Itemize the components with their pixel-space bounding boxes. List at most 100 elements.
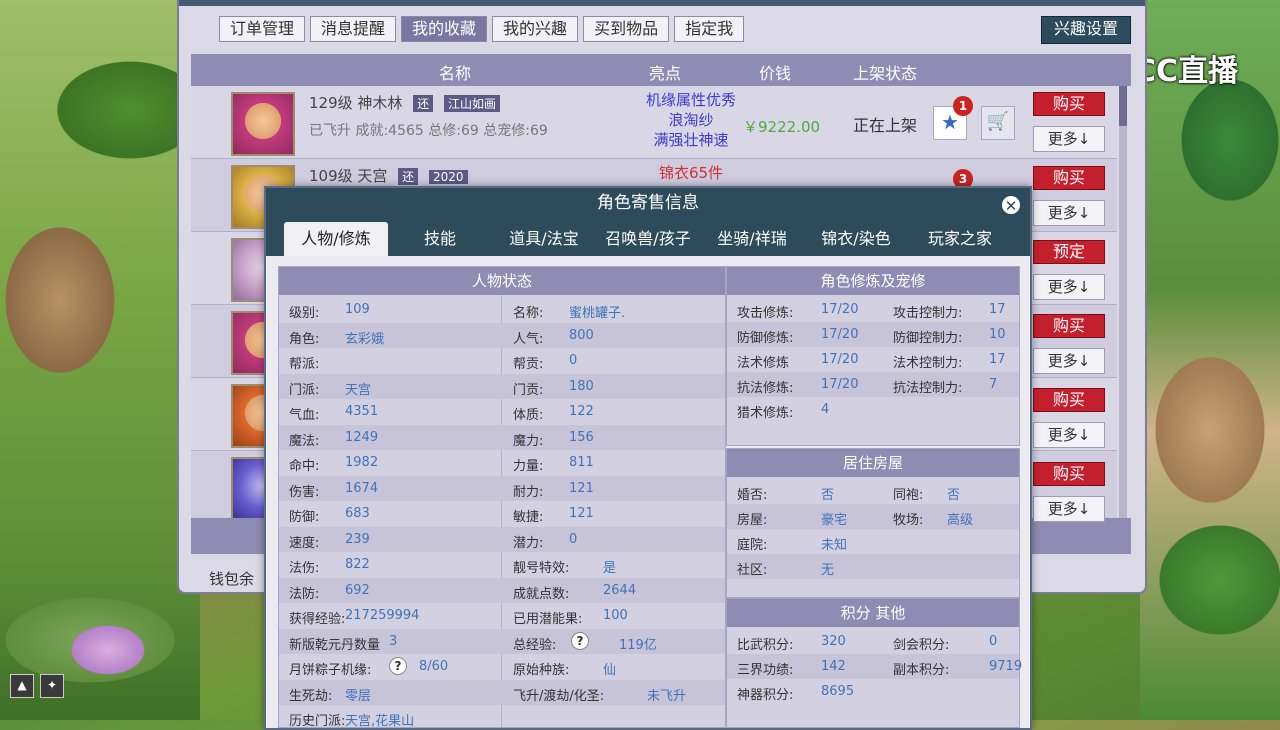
cultivation-row: 抗法修炼: 17/20 抗法控制力: 7	[727, 372, 1019, 397]
cultivation-row-key: 防御修炼:	[737, 331, 794, 346]
buy-button[interactable]: 购买	[1033, 314, 1105, 338]
status-row: 生死劫: 零层 飞升/渡劫/化圣: 未飞升	[279, 679, 725, 705]
col-name: 名称	[439, 64, 472, 83]
status-key: 名称:	[513, 306, 544, 321]
score-row-key: 比武积分:	[737, 638, 794, 653]
tab-purchased[interactable]: 买到物品	[583, 16, 670, 42]
status-value: 217259994	[345, 608, 420, 623]
cultivation-row-value: 17/20	[821, 327, 859, 342]
row-name: 天宫	[357, 167, 388, 185]
status-key: 防御:	[289, 510, 320, 525]
buy-button[interactable]: 购买	[1033, 388, 1105, 412]
cc-logo-text: CC直播	[1133, 54, 1238, 89]
status-value: 未飞升	[647, 688, 687, 704]
cultivation-row: 攻击修炼: 17/20 攻击控制力: 17	[727, 297, 1019, 322]
tab-messages[interactable]: 消息提醒	[310, 16, 397, 42]
status-row: 获得经验: 217259994 已用潜能果: 100	[279, 603, 725, 628]
game-scene-right	[1140, 0, 1280, 720]
row-status: 正在上架	[853, 116, 918, 135]
house-row-value: 未知	[821, 538, 848, 553]
tab-favorites[interactable]: 我的收藏	[401, 16, 488, 42]
score-row: 三界功绩: 142 副本积分: 9719	[727, 654, 1023, 679]
status-key: 生死劫:	[289, 688, 333, 704]
table-row[interactable]: 129级 神木林 还 江山如画 已飞升 成就:4565 总修:69 总宠修:69…	[191, 86, 1117, 159]
status-row: 历史门派: 天宫,花果山	[279, 705, 725, 727]
status-value: 692	[345, 582, 370, 598]
question-icon[interactable]: ?	[389, 657, 407, 675]
status-key: 飞升/渡劫/化圣:	[513, 688, 605, 704]
status-key: 耐力:	[513, 484, 544, 500]
house-row-value: 否	[821, 488, 835, 503]
buy-button[interactable]: 购买	[1033, 462, 1105, 486]
question-icon[interactable]: ?	[571, 631, 589, 650]
reserve-button[interactable]: 预定	[1033, 240, 1105, 264]
status-key: 级别:	[289, 306, 320, 321]
dialog-tabs: 人物/修炼 技能 道具/法宝 召唤兽/孩子 坐骑/祥瑞 锦衣/染色 玩家之家	[266, 218, 1030, 256]
row-actions: 购买 更多↓	[1033, 388, 1105, 448]
row-title: 109级 天宫 还 2020	[309, 165, 468, 186]
score-row-value: 142	[821, 659, 846, 674]
status-value: 玄彩娥	[345, 331, 385, 347]
cultivation-row-key: 法术修炼	[737, 356, 790, 371]
more-button[interactable]: 更多↓	[1033, 200, 1105, 226]
score-row-key: 三界功绩:	[737, 663, 794, 678]
list-scrollbar[interactable]	[1119, 86, 1127, 518]
tab-outfits[interactable]: 锦衣/染色	[804, 222, 908, 256]
cultivation-row-value: 17/20	[821, 352, 859, 367]
tab-character[interactable]: 人物/修炼	[284, 222, 388, 256]
cart-icon[interactable]: 🛒	[981, 106, 1015, 140]
tab-skills[interactable]: 技能	[388, 222, 492, 256]
more-button[interactable]: 更多↓	[1033, 274, 1105, 300]
col-price: 价钱	[759, 64, 792, 83]
status-value: 3	[389, 633, 398, 649]
status-key: 总经验:	[513, 637, 557, 653]
status-key: 靓号特效:	[513, 561, 570, 576]
cultivation-row-value: 17/20	[821, 377, 859, 392]
row-actions: 购买 更多↓	[1033, 314, 1105, 374]
status-key: 帮贡:	[513, 357, 544, 372]
status-key: 原始种族:	[513, 663, 570, 678]
status-value: 822	[345, 557, 370, 572]
row-actions: 购买 更多↓	[1033, 462, 1105, 522]
status-key: 成就点数:	[513, 586, 570, 602]
status-value: 121	[569, 480, 594, 496]
more-button[interactable]: 更多↓	[1033, 348, 1105, 374]
status-key: 获得经验:	[289, 612, 346, 627]
cultivation-row-value: 17/20	[821, 302, 859, 317]
window-top-strip	[179, 0, 1145, 6]
more-button[interactable]: 更多↓	[1033, 496, 1105, 522]
status-value: 180	[569, 378, 594, 394]
close-icon[interactable]: ✕	[1000, 194, 1022, 216]
cultivation-row-key: 猎术修炼:	[737, 406, 794, 421]
tab-assigned[interactable]: 指定我	[674, 16, 745, 42]
tab-summons[interactable]: 召唤兽/孩子	[596, 222, 700, 256]
avatar[interactable]	[231, 92, 295, 156]
buy-button[interactable]: 购买	[1033, 92, 1105, 116]
tab-mounts[interactable]: 坐骑/祥瑞	[700, 222, 804, 256]
hud-up-icon[interactable]: ▲	[10, 674, 34, 698]
house-row-value: 豪宅	[821, 513, 848, 528]
status-key: 已用潜能果:	[513, 612, 583, 627]
status-key: 速度:	[289, 535, 320, 551]
status-row: 法防: 692 成就点数: 2644	[279, 577, 725, 603]
interest-settings-button[interactable]: 兴趣设置	[1040, 16, 1131, 44]
more-button[interactable]: 更多↓	[1033, 422, 1105, 448]
scroll-thumb[interactable]	[1119, 86, 1127, 126]
row-title: 129级 神木林 还 江山如画	[309, 92, 501, 113]
more-button[interactable]: 更多↓	[1033, 126, 1105, 152]
house-row-value: 无	[821, 563, 835, 578]
tab-items[interactable]: 道具/法宝	[492, 222, 596, 256]
status-key: 潜力:	[513, 535, 544, 551]
score-row-value: 9719	[989, 659, 1023, 674]
row-actions: 预定 更多↓	[1033, 240, 1105, 300]
status-row: 新版乾元丹数量 3 总经验:? 119亿	[279, 628, 725, 654]
hud-fire-icon[interactable]: ✦	[40, 674, 64, 698]
highlight-line: 锦衣65件	[658, 164, 724, 182]
row-level: 129级	[309, 94, 353, 112]
tab-interests[interactable]: 我的兴趣	[492, 16, 579, 42]
house-row: 婚否: 否 同袍: 否	[727, 479, 1019, 504]
tab-orders[interactable]: 订单管理	[219, 16, 306, 42]
status-row: 月饼粽子机缘:? 8/60 原始种族: 仙	[279, 654, 725, 679]
tab-player-home[interactable]: 玩家之家	[908, 222, 1012, 256]
buy-button[interactable]: 购买	[1033, 166, 1105, 190]
